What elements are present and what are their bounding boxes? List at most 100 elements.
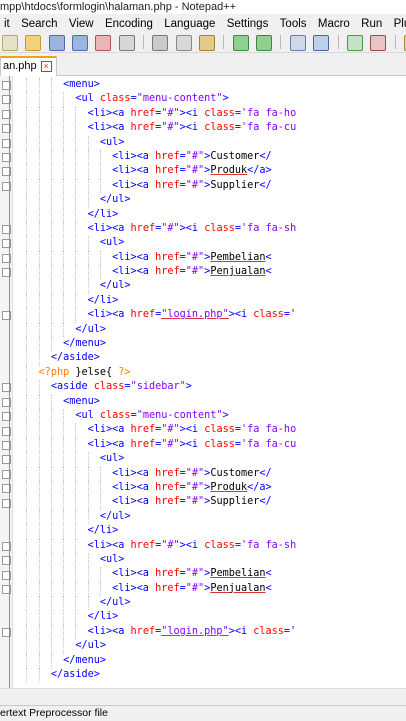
find-icon[interactable] bbox=[289, 35, 306, 51]
menu-language[interactable]: Language bbox=[160, 15, 219, 32]
code-line[interactable]: <menu> bbox=[14, 78, 406, 93]
indent-guide bbox=[38, 452, 40, 467]
code-token: Customer bbox=[210, 467, 260, 479]
indent-guide bbox=[63, 236, 65, 251]
code-line[interactable]: <ul> bbox=[14, 552, 406, 568]
code-line[interactable]: <li><a href="#">Supplier</ bbox=[14, 495, 406, 510]
code-token: class bbox=[204, 438, 235, 450]
code-line[interactable]: <li><a href="#">Customer</ bbox=[14, 466, 406, 481]
menu-run[interactable]: Run bbox=[357, 15, 386, 32]
menu-plugins[interactable]: Plugins bbox=[390, 15, 406, 32]
cut-icon[interactable] bbox=[152, 35, 169, 51]
code-line[interactable]: </ul> bbox=[14, 596, 406, 611]
code-line[interactable]: <li><a href="#">Produk</a> bbox=[14, 480, 406, 496]
close-icon[interactable]: × bbox=[40, 60, 52, 72]
code-line[interactable]: </ul> bbox=[14, 639, 406, 654]
code-line[interactable]: <li><a href="#">Pembelian< bbox=[14, 567, 406, 582]
code-line[interactable]: <li><a href="#">Customer</ bbox=[14, 149, 406, 165]
code-line[interactable]: </li> bbox=[14, 610, 406, 625]
code-token: href bbox=[155, 467, 180, 479]
code-line[interactable]: <li><a href="#"><i class='fa fa-sh bbox=[14, 538, 406, 553]
code-line[interactable]: <ul class="menu-content"> bbox=[14, 92, 406, 107]
menu-macro[interactable]: Macro bbox=[314, 15, 354, 32]
code-line[interactable]: </ul> bbox=[14, 279, 406, 294]
code-line[interactable]: </aside> bbox=[14, 668, 406, 683]
code-line[interactable]: <li><a href="#"><i class='fa fa-ho bbox=[14, 106, 406, 122]
indent-guide bbox=[75, 178, 77, 194]
zoom-in-icon[interactable] bbox=[346, 35, 363, 51]
undo-icon[interactable] bbox=[232, 35, 249, 51]
zoom-out-icon[interactable] bbox=[370, 35, 387, 51]
code-line[interactable]: </li> bbox=[14, 293, 406, 309]
code-line[interactable]: </ul> bbox=[14, 322, 406, 338]
paste-icon[interactable] bbox=[199, 35, 216, 51]
code-token: <li><a bbox=[87, 539, 131, 551]
code-token: href bbox=[130, 309, 156, 321]
open-folder-icon[interactable] bbox=[25, 35, 42, 51]
horizontal-scrollbar[interactable] bbox=[0, 688, 406, 706]
code-token: <li><a bbox=[112, 496, 156, 508]
menu-edit[interactable]: it bbox=[0, 15, 14, 32]
indent-guide bbox=[26, 279, 28, 294]
code-line[interactable]: <li><a href="login.php"><i class=' bbox=[14, 624, 406, 640]
code-line[interactable]: <li><a href="#">Pembelian< bbox=[14, 250, 406, 266]
menu-settings[interactable]: Settings bbox=[223, 15, 273, 32]
code-line[interactable]: <menu> bbox=[14, 394, 406, 409]
indent-guide bbox=[99, 250, 101, 266]
indent-guide bbox=[38, 78, 40, 93]
code-line[interactable]: </ul> bbox=[14, 509, 406, 525]
code-line[interactable]: </ul> bbox=[14, 193, 406, 208]
code-line[interactable]: <li><a href="#"><i class='fa fa-cu bbox=[14, 121, 406, 136]
indent-guide bbox=[75, 221, 77, 237]
fold-margin[interactable] bbox=[0, 76, 13, 688]
save-icon[interactable] bbox=[48, 35, 65, 51]
menu-view[interactable]: View bbox=[65, 15, 98, 32]
code-token: </li> bbox=[87, 208, 119, 220]
code-line[interactable]: <li><a href="#"><i class='fa fa-cu bbox=[14, 437, 406, 453]
code-line[interactable]: <?php }else{ ?> bbox=[14, 365, 406, 381]
code-line[interactable]: <li><a href="#">Penjualan< bbox=[14, 581, 406, 597]
tab-halaman-php[interactable]: an.php × bbox=[0, 56, 57, 77]
code-area[interactable]: <menu> <ul class="menu-content"> <li><a … bbox=[14, 78, 406, 683]
code-line[interactable]: </aside> bbox=[14, 351, 406, 366]
save-all-icon[interactable] bbox=[72, 35, 89, 51]
code-line[interactable]: <aside class="sidebar"> bbox=[14, 380, 406, 395]
menu-encoding[interactable]: Encoding bbox=[101, 15, 157, 32]
indent-guide bbox=[26, 639, 28, 654]
code-line[interactable]: <li><a href="#"><i class='fa fa-ho bbox=[14, 423, 406, 438]
code-token: < bbox=[265, 582, 272, 594]
code-token: "#" bbox=[161, 438, 180, 450]
code-line[interactable]: </menu> bbox=[14, 337, 406, 352]
indent-guide bbox=[99, 466, 101, 481]
close-file-icon[interactable] bbox=[95, 35, 112, 51]
indent-guide bbox=[87, 480, 89, 496]
code-line[interactable]: </li> bbox=[14, 207, 406, 222]
indent-guide bbox=[87, 452, 89, 467]
menu-tools[interactable]: Tools bbox=[276, 15, 311, 32]
code-line[interactable]: <li><a href="login.php"><i class=' bbox=[14, 308, 406, 323]
menu-search[interactable]: Search bbox=[17, 15, 61, 32]
code-line[interactable]: <li><a href="#">Produk</a> bbox=[14, 164, 406, 179]
code-line[interactable]: <ul class="menu-content"> bbox=[14, 408, 406, 424]
code-line[interactable]: <ul> bbox=[14, 135, 406, 150]
replace-icon[interactable] bbox=[313, 35, 330, 51]
indent-guide bbox=[38, 236, 40, 251]
code-line[interactable]: <li><a href="#">Penjualan< bbox=[14, 265, 406, 280]
code-line[interactable]: <ul> bbox=[14, 236, 406, 251]
indent-guide bbox=[87, 265, 89, 280]
redo-icon[interactable] bbox=[256, 35, 273, 51]
code-editor[interactable]: <menu> <ul class="menu-content"> <li><a … bbox=[0, 76, 406, 688]
code-line[interactable]: </li> bbox=[14, 524, 406, 539]
new-file-icon[interactable] bbox=[2, 35, 18, 51]
copy-icon[interactable] bbox=[175, 35, 192, 51]
code-token: <li><a bbox=[112, 582, 156, 594]
code-line[interactable]: <ul> bbox=[14, 452, 406, 467]
code-line[interactable]: <li><a href="#">Supplier</ bbox=[14, 178, 406, 194]
code-line[interactable]: </menu> bbox=[14, 653, 406, 669]
print-icon[interactable] bbox=[118, 35, 135, 51]
indent-guide bbox=[26, 121, 28, 136]
code-line[interactable]: <li><a href="#"><i class='fa fa-sh bbox=[14, 221, 406, 237]
indent-guide bbox=[26, 308, 28, 323]
